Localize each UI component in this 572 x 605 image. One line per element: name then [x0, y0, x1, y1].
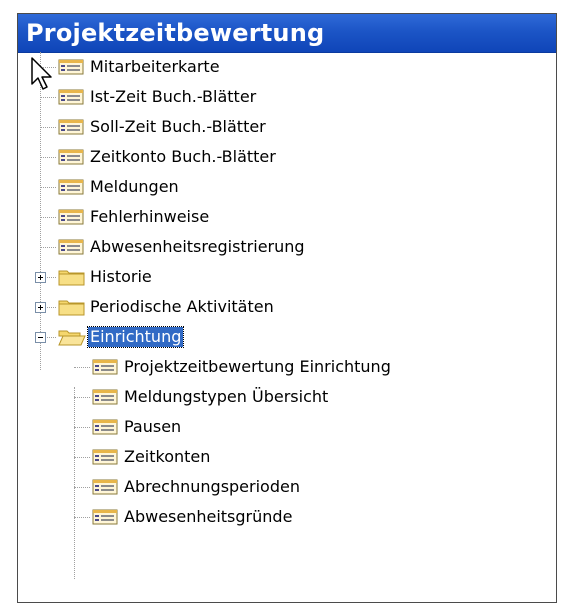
tree-item-label: Zeitkonten: [124, 447, 211, 466]
form-icon: [92, 359, 118, 375]
menu-tree: Mitarbeiterkarte Ist-Zeit Buch.-Blätter …: [18, 52, 556, 602]
tree-item-soll-zeit-buch-blaetter[interactable]: Soll-Zeit Buch.-Blätter: [18, 112, 556, 142]
form-icon: [92, 449, 118, 465]
mouse-pointer-icon: [31, 57, 52, 90]
form-icon: [58, 59, 84, 75]
tree-item-label: Meldungen: [90, 177, 179, 196]
tree-item-zeitkonten[interactable]: Zeitkonten: [18, 442, 556, 472]
tree-item-label: Projektzeitbewertung Einrichtung: [124, 357, 391, 376]
tree-item-meldungen[interactable]: Meldungen: [18, 172, 556, 202]
expand-icon[interactable]: [35, 302, 46, 313]
tree-item-label: Mitarbeiterkarte: [90, 57, 220, 76]
form-icon: [58, 239, 84, 255]
form-icon: [58, 149, 84, 165]
tree-item-abwesenheitsgruende[interactable]: Abwesenheitsgründe: [18, 502, 556, 532]
folder-icon: [58, 270, 85, 286]
tree-item-zeitkonto-buch-blaetter[interactable]: Zeitkonto Buch.-Blätter: [18, 142, 556, 172]
form-icon: [92, 389, 118, 405]
collapse-icon[interactable]: [35, 332, 46, 343]
tree-item-label: Einrichtung: [86, 326, 185, 348]
form-icon: [58, 89, 84, 105]
form-icon: [92, 419, 118, 435]
tree-item-periodische-aktivitaeten[interactable]: Periodische Aktivitäten: [18, 292, 556, 322]
form-icon: [58, 179, 84, 195]
tree-item-fehlerhinweise[interactable]: Fehlerhinweise: [18, 202, 556, 232]
tree-item-mitarbeiterkarte[interactable]: Mitarbeiterkarte: [18, 52, 556, 82]
navigation-pane: Projektzeitbewertung Mitarbeiterkarte Is…: [17, 13, 557, 603]
tree-item-abwesenheitsregistrierung[interactable]: Abwesenheitsregistrierung: [18, 232, 556, 262]
folder-open-icon: [58, 330, 86, 346]
tree-item-projektzeitbewertung-einrichtung[interactable]: Projektzeitbewertung Einrichtung: [18, 352, 556, 382]
expand-icon[interactable]: [35, 272, 46, 283]
tree-item-historie[interactable]: Historie: [18, 262, 556, 292]
form-icon: [58, 119, 84, 135]
tree-item-ist-zeit-buch-blaetter[interactable]: Ist-Zeit Buch.-Blätter: [18, 82, 556, 112]
tree-item-abrechnungsperioden[interactable]: Abrechnungsperioden: [18, 472, 556, 502]
tree-item-label: Ist-Zeit Buch.-Blätter: [90, 87, 257, 106]
form-icon: [58, 209, 84, 225]
form-icon: [92, 509, 118, 525]
tree-item-label: Zeitkonto Buch.-Blätter: [90, 147, 276, 166]
tree-item-label: Meldungstypen Übersicht: [124, 387, 329, 406]
tree-item-label: Abwesenheitsregistrierung: [90, 237, 305, 256]
tree-item-pausen[interactable]: Pausen: [18, 412, 556, 442]
pane-header: Projektzeitbewertung: [18, 14, 556, 53]
tree-item-label: Periodische Aktivitäten: [90, 297, 274, 316]
tree-item-meldungstypen-uebersicht[interactable]: Meldungstypen Übersicht: [18, 382, 556, 412]
folder-icon: [58, 300, 85, 316]
tree-item-label: Abwesenheitsgründe: [124, 507, 293, 526]
form-icon: [92, 479, 118, 495]
tree-item-label: Pausen: [124, 417, 182, 436]
tree-item-einrichtung[interactable]: Einrichtung: [18, 322, 556, 352]
pane-title: Projektzeitbewertung: [26, 19, 325, 47]
tree-item-label: Abrechnungsperioden: [124, 477, 300, 496]
tree-item-label: Fehlerhinweise: [90, 207, 210, 226]
tree-item-label: Historie: [90, 267, 152, 286]
tree-item-label: Soll-Zeit Buch.-Blätter: [90, 117, 266, 136]
